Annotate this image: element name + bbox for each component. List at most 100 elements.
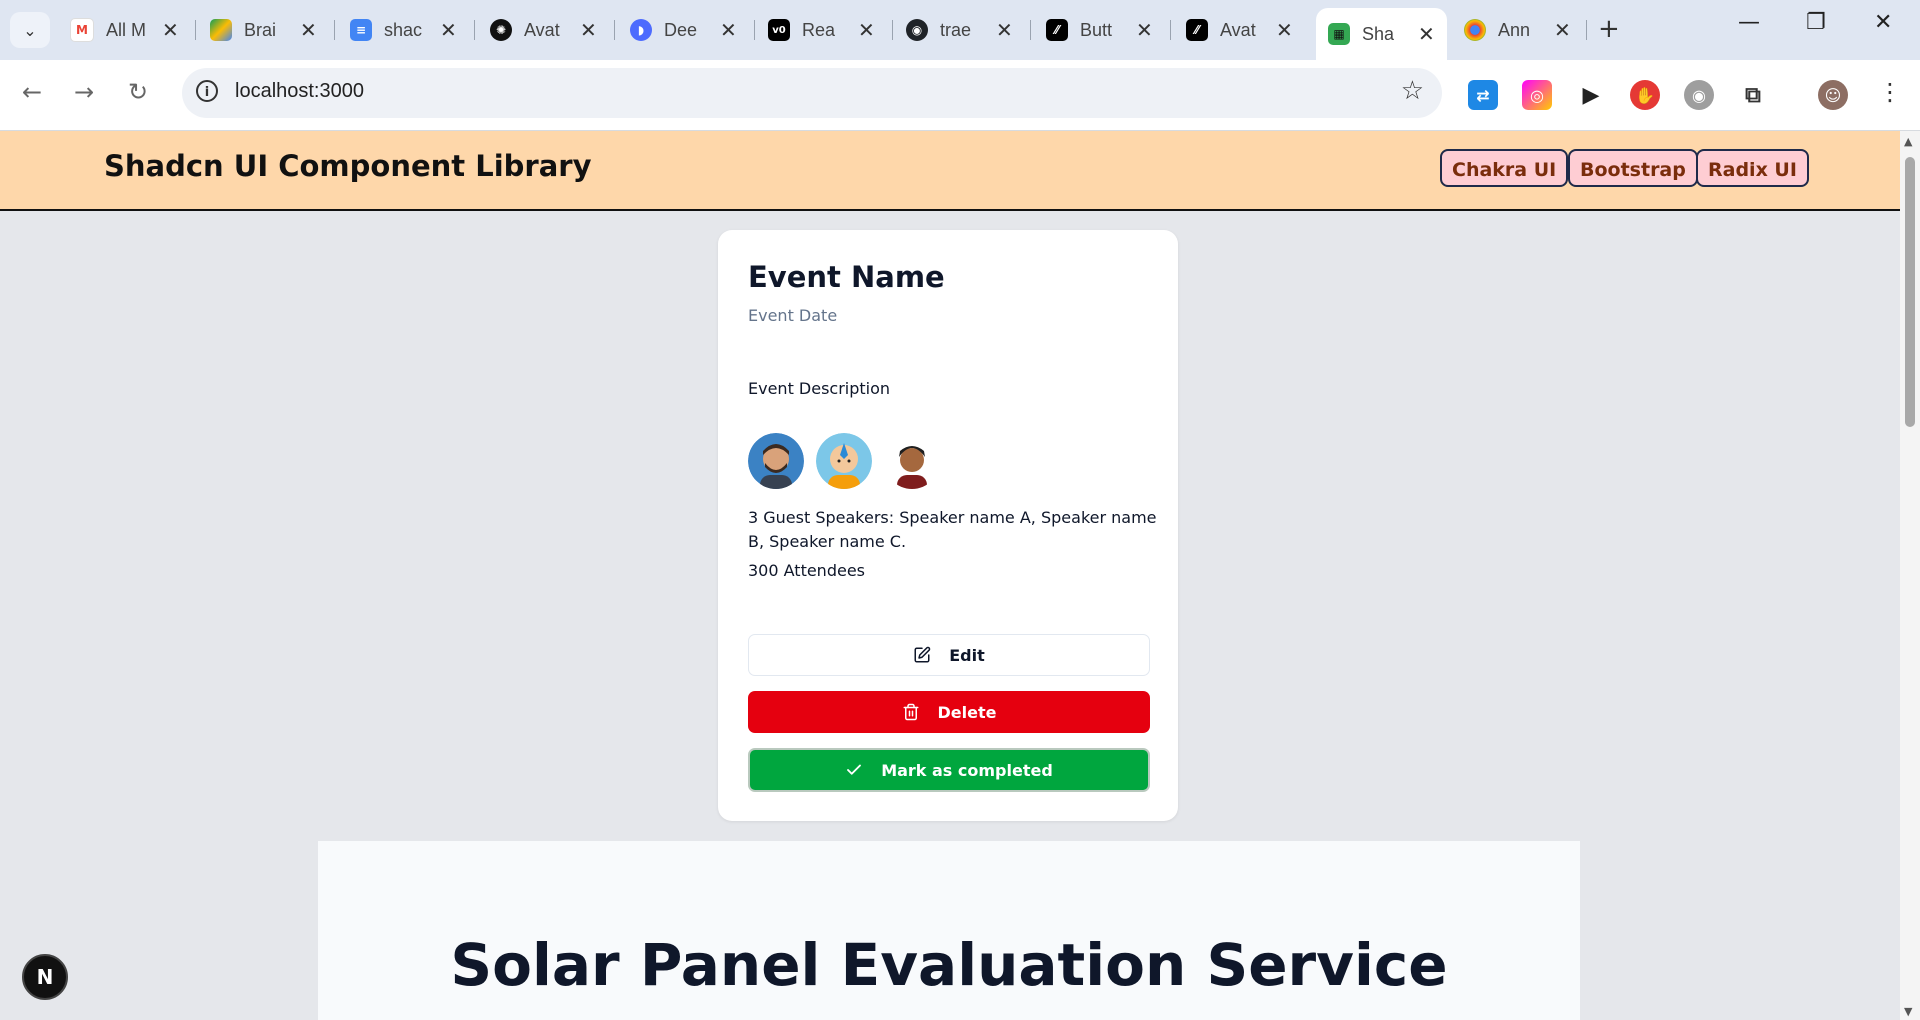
google-drive-icon bbox=[210, 19, 232, 41]
tab-separator bbox=[474, 20, 475, 40]
nav-link-bootstrap[interactable]: Bootstrap bbox=[1568, 149, 1698, 187]
extension-icon[interactable]: ◉ bbox=[1684, 80, 1714, 110]
close-icon[interactable]: ✕ bbox=[996, 18, 1013, 43]
browser-tab[interactable]: ◉ trae ✕ bbox=[906, 10, 1013, 50]
github-icon: ◉ bbox=[906, 19, 928, 41]
browser-tab[interactable]: ≡ shac ✕ bbox=[350, 10, 457, 50]
browser-tab[interactable]: M All M ✕ bbox=[70, 10, 179, 50]
play-extension-icon[interactable]: ▶ bbox=[1576, 80, 1606, 110]
openai-icon: ✺ bbox=[490, 19, 512, 41]
browser-tab[interactable]: Ann ✕ bbox=[1464, 10, 1571, 50]
tab-title: Avat bbox=[1220, 19, 1256, 40]
tab-title: trae bbox=[940, 19, 972, 40]
event-card: Event Name Event Date Event Description … bbox=[718, 230, 1178, 821]
site-brand[interactable]: Shadcn UI Component Library bbox=[104, 149, 592, 183]
speaker-avatars bbox=[748, 433, 940, 489]
extension-icon[interactable]: ⇄ bbox=[1468, 80, 1498, 110]
tab-separator bbox=[1030, 20, 1031, 40]
tab-separator bbox=[754, 20, 755, 40]
tab-separator bbox=[614, 20, 615, 40]
nav-link-radix[interactable]: Radix UI bbox=[1696, 149, 1809, 187]
scroll-down-arrow-icon[interactable]: ▼ bbox=[1904, 1005, 1912, 1018]
avatar bbox=[748, 433, 804, 489]
google-docs-icon: ≡ bbox=[350, 19, 372, 41]
page-viewport: Shadcn UI Component Library Chakra UI Bo… bbox=[0, 131, 1900, 1020]
nextjs-dev-badge[interactable]: N bbox=[22, 954, 68, 1000]
site-header: Shadcn UI Component Library Chakra UI Bo… bbox=[0, 131, 1900, 211]
scroll-up-arrow-icon[interactable]: ▲ bbox=[1904, 135, 1912, 148]
avatar bbox=[816, 433, 872, 489]
edit-button-label: Edit bbox=[949, 645, 985, 665]
browser-tab[interactable]: ⁄⁄ Butt ✕ bbox=[1046, 10, 1153, 50]
edit-icon bbox=[914, 646, 931, 663]
solar-section: Solar Panel Evaluation Service bbox=[318, 841, 1580, 1020]
tab-separator bbox=[334, 20, 335, 40]
window-close-icon[interactable]: ✕ bbox=[1874, 10, 1892, 35]
edit-button[interactable]: Edit bbox=[748, 634, 1150, 676]
tab-title: shac bbox=[384, 19, 423, 40]
new-tab-button[interactable]: + bbox=[1598, 14, 1620, 44]
tab-separator bbox=[892, 20, 893, 40]
event-date: Event Date bbox=[748, 306, 838, 325]
address-bar[interactable]: i localhost:3000 ☆ bbox=[182, 68, 1442, 118]
forward-icon[interactable]: → bbox=[74, 78, 94, 106]
event-description: Event Description bbox=[748, 379, 891, 398]
tab-title: Avat bbox=[524, 19, 560, 40]
attendees-count: 300 Attendees bbox=[748, 561, 865, 580]
close-icon[interactable]: ✕ bbox=[162, 18, 179, 43]
browser-toolbar: ← → ↻ i localhost:3000 ☆ ⇄ ◎ ▶ ✋ ◉ ⧉ ☺ ⋮ bbox=[0, 60, 1920, 131]
tab-title: Rea bbox=[802, 19, 836, 40]
site-icon: ▦ bbox=[1328, 23, 1350, 45]
event-title: Event Name bbox=[748, 260, 945, 294]
browser-tab[interactable]: ✺ Avat ✕ bbox=[490, 10, 597, 50]
reload-icon[interactable]: ↻ bbox=[128, 78, 148, 106]
nav-link-chakra[interactable]: Chakra UI bbox=[1440, 149, 1569, 187]
tab-title: Sha bbox=[1362, 23, 1395, 44]
restore-icon[interactable]: ❐ bbox=[1806, 10, 1826, 35]
tab-title: Dee bbox=[664, 19, 698, 40]
browser-tab[interactable]: ◗ Dee ✕ bbox=[630, 10, 737, 50]
browser-tab[interactable]: Brai ✕ bbox=[210, 10, 317, 50]
bookmark-star-icon[interactable]: ☆ bbox=[1401, 76, 1424, 106]
browser-tab-active[interactable]: ▦ Sha ✕ bbox=[1316, 8, 1447, 60]
close-icon[interactable]: ✕ bbox=[720, 18, 737, 43]
close-icon[interactable]: ✕ bbox=[1554, 18, 1571, 43]
site-info-icon[interactable]: i bbox=[196, 80, 218, 102]
tab-search-button[interactable]: ⌄ bbox=[10, 12, 50, 48]
scrollbar-thumb[interactable] bbox=[1905, 157, 1915, 427]
close-icon[interactable]: ✕ bbox=[1136, 18, 1153, 43]
close-icon[interactable]: ✕ bbox=[1418, 22, 1435, 47]
solar-heading: Solar Panel Evaluation Service bbox=[450, 931, 1448, 999]
shadcn-icon: ⁄⁄ bbox=[1186, 19, 1208, 41]
guest-speakers-text: 3 Guest Speakers: Speaker name A, Speake… bbox=[748, 508, 1157, 551]
tab-title: Ann bbox=[1498, 19, 1531, 40]
close-icon[interactable]: ✕ bbox=[580, 18, 597, 43]
chevron-down-icon: ⌄ bbox=[23, 20, 37, 40]
browser-tab[interactable]: ⁄⁄ Avat ✕ bbox=[1186, 10, 1293, 50]
tab-title: Butt bbox=[1080, 19, 1113, 40]
browser-menu-icon[interactable]: ⋮ bbox=[1878, 78, 1902, 106]
minimize-icon[interactable]: — bbox=[1738, 10, 1760, 35]
tab-title: Brai bbox=[244, 19, 277, 40]
deepseek-icon: ◗ bbox=[630, 19, 652, 41]
extension-icon[interactable]: ◎ bbox=[1522, 80, 1552, 110]
mark-completed-button[interactable]: Mark as completed bbox=[748, 748, 1150, 792]
page-scrollbar[interactable]: ▲ ▼ bbox=[1900, 131, 1920, 1020]
close-icon[interactable]: ✕ bbox=[440, 18, 457, 43]
browser-tab[interactable]: v0 Rea ✕ bbox=[768, 10, 875, 50]
close-icon[interactable]: ✕ bbox=[1276, 18, 1293, 43]
close-icon[interactable]: ✕ bbox=[858, 18, 875, 43]
close-icon[interactable]: ✕ bbox=[300, 18, 317, 43]
avatar bbox=[884, 433, 940, 489]
browser-tab-strip: ⌄ M All M ✕ Brai ✕ ≡ shac ✕ ✺ Avat ✕ ◗ D… bbox=[0, 0, 1920, 60]
v0-icon: v0 bbox=[768, 19, 790, 41]
tab-separator bbox=[1170, 20, 1171, 40]
extensions-puzzle-icon[interactable]: ⧉ bbox=[1738, 80, 1768, 110]
profile-avatar[interactable]: ☺ bbox=[1818, 80, 1848, 110]
delete-button-label: Delete bbox=[937, 702, 997, 722]
delete-button[interactable]: Delete bbox=[748, 691, 1150, 733]
adblock-extension-icon[interactable]: ✋ bbox=[1630, 80, 1660, 110]
back-icon[interactable]: ← bbox=[22, 78, 42, 106]
url-text[interactable]: localhost:3000 bbox=[235, 80, 364, 103]
tab-separator bbox=[1586, 20, 1587, 40]
